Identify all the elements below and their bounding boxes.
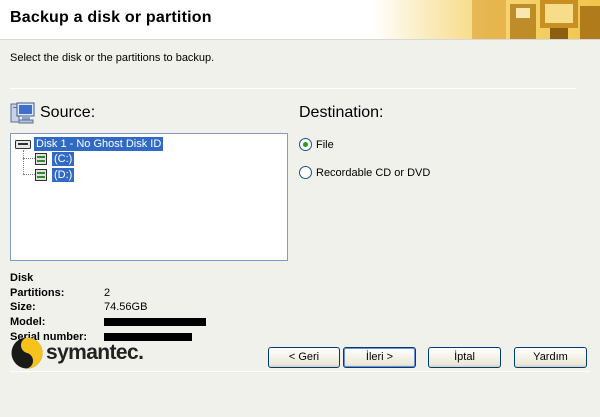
tree-item-label: (C:) [52, 152, 75, 166]
symantec-logo-icon [11, 337, 43, 369]
tree-item-partition-d[interactable]: (D:) [35, 168, 235, 182]
divider [10, 88, 576, 89]
help-button[interactable]: Yardım [514, 347, 587, 368]
partitions-label: Partitions: [10, 287, 65, 299]
radio-file[interactable] [299, 138, 312, 151]
tree-connector [23, 150, 24, 174]
partition-icon [35, 169, 47, 181]
disk-info-heading: Disk [10, 272, 34, 284]
computer-icon [10, 102, 35, 124]
tree-item-label: Disk 1 - No Ghost Disk ID [34, 137, 164, 151]
back-button[interactable]: < Geri [268, 347, 340, 368]
size-label: Size: [10, 301, 36, 313]
divider [10, 371, 590, 372]
radio-label: Recordable CD or DVD [316, 167, 431, 179]
tree-connector [23, 158, 35, 159]
disk-drive-icon [15, 140, 31, 149]
computer-illustration-icon [472, 0, 600, 39]
partitions-value: 2 [104, 287, 111, 299]
cancel-button[interactable]: İptal [428, 347, 501, 368]
radio-label: File [316, 139, 334, 151]
tree-item-disk[interactable]: Disk 1 - No Ghost Disk ID [15, 137, 275, 151]
tree-item-label: (D:) [52, 168, 75, 182]
next-button[interactable]: İleri > [343, 347, 416, 368]
size-value: 74.56GB [104, 301, 148, 313]
destination-file-option[interactable]: File [299, 138, 499, 154]
page-title: Backup a disk or partition [10, 9, 212, 26]
destination-heading: Destination: [299, 104, 384, 121]
radio-cd-dvd[interactable] [299, 166, 312, 179]
partition-icon [35, 153, 47, 165]
redacted-serial-value [104, 333, 192, 341]
logo-text: symantec. [46, 341, 144, 364]
instruction-text: Select the disk or the partitions to bac… [10, 52, 215, 64]
source-heading: Source: [40, 104, 96, 121]
wizard-header: Backup a disk or partition [0, 0, 600, 40]
source-tree[interactable]: Disk 1 - No Ghost Disk ID (C:) (D:) [10, 133, 288, 261]
model-label: Model: [10, 316, 46, 328]
redacted-model-value [104, 318, 206, 326]
destination-cd-dvd-option[interactable]: Recordable CD or DVD [299, 166, 499, 182]
tree-item-partition-c[interactable]: (C:) [35, 152, 235, 166]
tree-connector [23, 174, 35, 175]
